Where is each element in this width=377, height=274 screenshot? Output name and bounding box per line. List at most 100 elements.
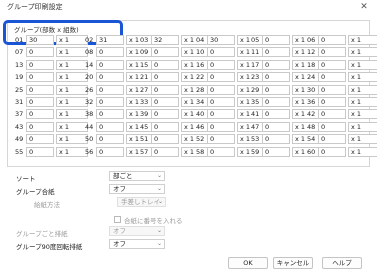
copies-input[interactable]: 0 [151, 146, 179, 157]
copies-input[interactable]: 0 [96, 134, 124, 145]
copies-input[interactable]: 0 [26, 72, 54, 83]
copies-input[interactable]: 0 [262, 97, 290, 107]
copies-input[interactable]: 0 [262, 146, 290, 157]
copies-input[interactable]: 0 [151, 97, 179, 107]
number-checkbox[interactable] [114, 216, 121, 223]
copies-input[interactable]: 0 [151, 109, 179, 120]
copies-input[interactable]: 0 [26, 146, 54, 157]
copies-input[interactable]: 0 [207, 121, 235, 132]
sets-input[interactable]: x 1 [56, 109, 88, 120]
copies-input[interactable]: 0 [262, 47, 290, 58]
copies-input[interactable]: 0 [207, 134, 235, 145]
copies-input[interactable]: 0 [262, 109, 290, 120]
group-number: 28 [196, 85, 205, 94]
copies-input[interactable]: 0 [318, 109, 346, 120]
copies-input[interactable]: 0 [151, 121, 179, 132]
copies-input[interactable]: 0 [318, 59, 346, 70]
cancel-button[interactable]: キャンセル [273, 257, 313, 269]
sets-input[interactable]: x 1 [56, 59, 88, 70]
group-number: 12 [307, 48, 316, 57]
copies-input[interactable]: 0 [151, 84, 179, 95]
sets-input[interactable]: x 1 [348, 134, 377, 145]
copies-input[interactable]: 0 [318, 134, 346, 145]
sets-input[interactable]: x 1 [348, 121, 377, 132]
help-button[interactable]: ヘルプ [322, 257, 362, 269]
copies-input[interactable]: 0 [318, 97, 346, 107]
copies-input[interactable]: 0 [207, 47, 235, 58]
group-sheet-select[interactable]: オフ ⌄ [109, 184, 165, 194]
copies-input[interactable]: 0 [318, 146, 346, 157]
sets-input[interactable]: x 1 [56, 72, 88, 83]
copies-input[interactable]: 0 [318, 72, 346, 83]
sets-input[interactable]: x 1 [348, 35, 377, 45]
copies-input[interactable]: 0 [96, 146, 124, 157]
sets-input[interactable]: x 1 [348, 59, 377, 70]
copies-input[interactable]: 31 [96, 35, 124, 45]
copies-input[interactable]: 0 [318, 47, 346, 58]
copies-input[interactable]: 0 [262, 134, 290, 145]
sets-input[interactable]: x 1 [56, 134, 88, 145]
copies-input[interactable]: 0 [96, 84, 124, 95]
copies-input[interactable]: 0 [207, 109, 235, 120]
copies-input[interactable]: 0 [96, 72, 124, 83]
copies-input[interactable]: 0 [96, 121, 124, 132]
sets-input[interactable]: x 1 [348, 72, 377, 83]
sets-input[interactable]: x 1 [56, 35, 88, 45]
paper-source-select[interactable]: 手差しトレイ ⌄ [117, 197, 166, 207]
copies-input[interactable]: 0 [96, 97, 124, 107]
copies-input[interactable]: 0 [151, 47, 179, 58]
copies-input[interactable]: 0 [262, 121, 290, 132]
copies-input[interactable]: 0 [26, 84, 54, 95]
sort-select[interactable]: 部ごと ⌄ [109, 171, 165, 181]
group-number: 59 [251, 147, 260, 156]
copies-input[interactable]: 0 [207, 59, 235, 70]
group-number: 24 [307, 73, 316, 82]
copies-input[interactable]: 0 [207, 146, 235, 157]
copies-input[interactable]: 0 [151, 59, 179, 70]
sets-input[interactable]: x 1 [56, 47, 88, 58]
sets-input[interactable]: x 1 [348, 97, 377, 107]
copies-input[interactable]: 0 [26, 109, 54, 120]
copies-input[interactable]: 0 [262, 72, 290, 83]
group-number: 50 [85, 135, 94, 144]
copies-input[interactable]: 0 [151, 134, 179, 145]
copies-input[interactable]: 0 [26, 134, 54, 145]
copies-input[interactable]: 0 [26, 121, 54, 132]
sets-input[interactable]: x 1 [348, 146, 377, 157]
copies-input[interactable]: 0 [262, 59, 290, 70]
copies-input[interactable]: 0 [262, 84, 290, 95]
group-number: 16 [196, 60, 205, 69]
sets-input[interactable]: x 1 [56, 84, 88, 95]
copies-input[interactable]: 30 [207, 35, 235, 45]
copies-input[interactable]: 0 [207, 84, 235, 95]
copies-input[interactable]: 0 [26, 47, 54, 58]
copies-input[interactable]: 32 [151, 35, 179, 45]
copies-input[interactable]: 0 [26, 59, 54, 70]
copies-input[interactable]: 0 [262, 35, 290, 45]
copies-input[interactable]: 0 [318, 121, 346, 132]
group-number: 39 [140, 110, 149, 119]
ok-button[interactable]: OK [228, 257, 268, 269]
close-icon[interactable]: ✕ [357, 1, 371, 13]
copies-input[interactable]: 0 [96, 109, 124, 120]
group-number: 07 [15, 48, 24, 57]
sets-input[interactable]: x 1 [56, 146, 88, 157]
group-number: 52 [196, 135, 205, 144]
rotate-select[interactable]: オフ ⌄ [109, 239, 165, 249]
staple-select[interactable]: オフ ⌄ [109, 226, 165, 236]
copies-input[interactable]: 0 [207, 72, 235, 83]
sets-input[interactable]: x 1 [56, 121, 88, 132]
group-number: 34 [196, 98, 205, 106]
sets-input[interactable]: x 1 [56, 97, 88, 107]
sets-input[interactable]: x 1 [348, 47, 377, 58]
copies-input[interactable]: 0 [151, 72, 179, 83]
sets-input[interactable]: x 1 [348, 84, 377, 95]
sets-input[interactable]: x 1 [348, 109, 377, 120]
copies-input[interactable]: 0 [96, 59, 124, 70]
copies-input[interactable]: 0 [96, 47, 124, 58]
copies-input[interactable]: 0 [207, 97, 235, 107]
copies-input[interactable]: 0 [318, 35, 346, 45]
copies-input[interactable]: 0 [26, 97, 54, 107]
copies-input[interactable]: 0 [318, 84, 346, 95]
copies-input[interactable]: 30 [26, 35, 54, 45]
